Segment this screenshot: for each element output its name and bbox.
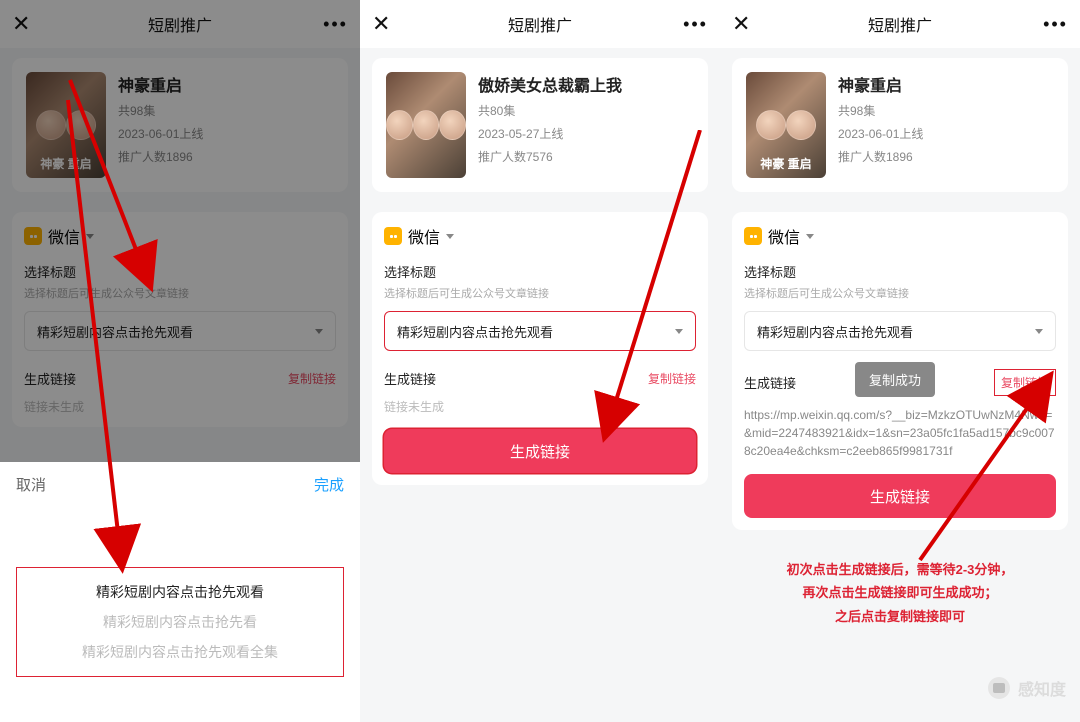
instruction-note: 初次点击生成链接后，需等待2-3分钟， 再次点击生成链接即可生成成功； 之后点击… (720, 558, 1080, 628)
chevron-down-icon (315, 329, 323, 334)
watermark: 感知度 (988, 676, 1066, 700)
drama-title: 傲娇美女总裁霸上我 (478, 72, 622, 96)
chevron-down-icon (806, 234, 814, 239)
chevron-down-icon (86, 234, 94, 239)
pane-3: ✕ 短剧推广 ••• 神豪 重启 神豪重启 共98集 2023-06-01上线 … (720, 0, 1080, 722)
drama-card: 神豪 重启 神豪重启 共98集 2023-06-01上线 推广人数1896 (732, 58, 1068, 192)
channel-label: 微信 (48, 224, 80, 248)
close-icon[interactable]: ✕ (12, 11, 40, 37)
more-icon[interactable]: ••• (680, 14, 708, 35)
copy-success-toast: 复制成功 (855, 362, 935, 397)
header: ✕ 短剧推广 ••• (720, 0, 1080, 48)
drama-episodes: 共98集 (838, 102, 923, 119)
drama-date: 2023-06-01上线 (838, 125, 923, 142)
wechat-icon (24, 227, 42, 245)
page-title: 短剧推广 (868, 12, 932, 36)
generate-link-label: 生成链接 (24, 369, 76, 388)
copy-link-button[interactable]: 复制链接 (288, 370, 336, 387)
generate-link-label: 生成链接 (744, 373, 796, 392)
drama-title: 神豪重启 (118, 72, 203, 96)
drama-thumbnail (386, 72, 466, 178)
page-title: 短剧推广 (508, 12, 572, 36)
close-icon[interactable]: ✕ (372, 11, 400, 37)
drama-thumbnail: 神豪 重启 (26, 72, 106, 178)
more-icon[interactable]: ••• (1040, 14, 1068, 35)
pane-1: ✕ 短剧推广 ••• 神豪 重启 神豪重启 共98集 2023-06-01上线 … (0, 0, 360, 722)
copy-link-button[interactable]: 复制链接 (648, 370, 696, 387)
select-title-hint: 选择标题后可生成公众号文章链接 (744, 285, 1056, 301)
generate-link-label: 生成链接 (384, 369, 436, 388)
drama-date: 2023-05-27上线 (478, 125, 622, 142)
title-select-value: 精彩短剧内容点击抢先观看 (37, 322, 193, 341)
chevron-down-icon (446, 234, 454, 239)
select-title-label: 选择标题 (384, 262, 696, 281)
picker-option[interactable]: 精彩短剧内容点击抢先看 (103, 612, 257, 632)
select-title-label: 选择标题 (24, 262, 336, 281)
picker-done[interactable]: 完成 (314, 474, 344, 495)
chevron-down-icon (1035, 329, 1043, 334)
select-title-hint: 选择标题后可生成公众号文章链接 (24, 285, 336, 301)
picker-option[interactable]: 精彩短剧内容点击抢先观看 (96, 582, 264, 602)
picker-option[interactable]: 精彩短剧内容点击抢先观看全集 (82, 642, 278, 662)
close-icon[interactable]: ✕ (732, 11, 760, 37)
channel-row[interactable]: 微信 (744, 224, 1056, 248)
title-select[interactable]: 精彩短剧内容点击抢先观看 (24, 311, 336, 351)
channel-row[interactable]: 微信 (24, 224, 336, 248)
drama-card: 神豪 重启 神豪重启 共98集 2023-06-01上线 推广人数1896 (12, 58, 348, 192)
wechat-icon (384, 227, 402, 245)
select-title-label: 选择标题 (744, 262, 1056, 281)
title-select-value: 精彩短剧内容点击抢先观看 (757, 322, 913, 341)
chevron-down-icon (675, 329, 683, 334)
link-url: https://mp.weixin.qq.com/s?__biz=MzkzOTU… (744, 406, 1056, 460)
drama-thumbnail: 神豪 重启 (746, 72, 826, 178)
form-card: 微信 选择标题 选择标题后可生成公众号文章链接 精彩短剧内容点击抢先观看 生成链… (12, 212, 348, 427)
more-icon[interactable]: ••• (320, 14, 348, 35)
picker-sheet: 取消 完成 精彩短剧内容点击抢先观看 精彩短剧内容点击抢先看 精彩短剧内容点击抢… (0, 462, 360, 722)
channel-label: 微信 (768, 224, 800, 248)
drama-date: 2023-06-01上线 (118, 125, 203, 142)
title-select-value: 精彩短剧内容点击抢先观看 (397, 322, 553, 341)
drama-promoters: 推广人数1896 (838, 148, 923, 165)
form-card: 微信 选择标题 选择标题后可生成公众号文章链接 精彩短剧内容点击抢先观看 生成链… (372, 212, 708, 485)
select-title-hint: 选择标题后可生成公众号文章链接 (384, 285, 696, 301)
drama-promoters: 推广人数1896 (118, 148, 203, 165)
generate-link-button[interactable]: 生成链接 (384, 429, 696, 473)
copy-link-button[interactable]: 复制链接 (994, 369, 1056, 396)
drama-card: 傲娇美女总裁霸上我 共80集 2023-05-27上线 推广人数7576 (372, 58, 708, 192)
drama-episodes: 共80集 (478, 102, 622, 119)
watermark-text: 感知度 (1018, 676, 1066, 700)
generate-link-button[interactable]: 生成链接 (744, 474, 1056, 518)
drama-episodes: 共98集 (118, 102, 203, 119)
pane-2: ✕ 短剧推广 ••• 傲娇美女总裁霸上我 共80集 2023-05-27上线 推… (360, 0, 720, 722)
link-status: 链接未生成 (24, 398, 336, 415)
wechat-icon (744, 227, 762, 245)
header: ✕ 短剧推广 ••• (0, 0, 360, 48)
picker-options: 精彩短剧内容点击抢先观看 精彩短剧内容点击抢先看 精彩短剧内容点击抢先观看全集 (16, 567, 344, 677)
link-status: 链接未生成 (384, 398, 696, 415)
watermark-icon (988, 677, 1010, 699)
title-select[interactable]: 精彩短剧内容点击抢先观看 (384, 311, 696, 351)
title-select[interactable]: 精彩短剧内容点击抢先观看 (744, 311, 1056, 351)
drama-title: 神豪重启 (838, 72, 923, 96)
channel-row[interactable]: 微信 (384, 224, 696, 248)
header: ✕ 短剧推广 ••• (360, 0, 720, 48)
picker-cancel[interactable]: 取消 (16, 474, 46, 495)
page-title: 短剧推广 (148, 12, 212, 36)
channel-label: 微信 (408, 224, 440, 248)
drama-promoters: 推广人数7576 (478, 148, 622, 165)
